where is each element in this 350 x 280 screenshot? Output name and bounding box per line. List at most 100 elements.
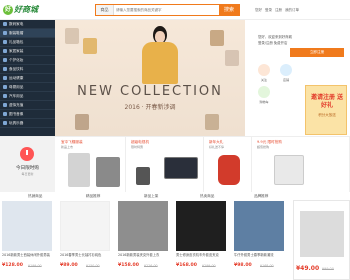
- promo-card-discount[interactable]: 9.9元 限时抢购 超值抢购: [254, 137, 350, 193]
- category-icon: [3, 112, 7, 116]
- product-card[interactable]: 2016新款男士西装休闲外套男装 ¥128.00 ¥199.00: [0, 201, 54, 280]
- product-old-price: ¥150.00: [86, 264, 100, 268]
- product-card[interactable]: 2016新款男装夹克外套上衣 ¥158.00 ¥226.00: [116, 201, 170, 280]
- sidebar-item-label: 运动健康: [9, 75, 24, 80]
- header-bar: 好 好商城 商品 搜索 您好 登录 注册 我的订单: [0, 0, 350, 20]
- product-name: 男士修身皮衣机车外套皮夹克: [176, 253, 219, 257]
- hero-banner[interactable]: NEW COLLECTION 2016 · 开春新涉调: [55, 20, 245, 136]
- hero-title: NEW COLLECTION: [77, 84, 223, 99]
- sidebar-item-label: 个护化妆: [9, 57, 24, 62]
- sidebar-item-books[interactable]: 图书音像: [0, 110, 55, 119]
- sidebar-item-label: 汽车用品: [9, 93, 24, 98]
- product-image: [60, 201, 110, 251]
- decor-item: [65, 28, 79, 44]
- category-icon: [3, 103, 7, 107]
- shop-icon[interactable]: [280, 64, 292, 76]
- promo-card-subtitle: 好礼送不停: [209, 145, 225, 149]
- sidebar-item-home[interactable]: 家居家装: [0, 47, 55, 56]
- heart-icon[interactable]: [258, 64, 270, 76]
- category-icon: [3, 94, 7, 98]
- product-image: [176, 201, 226, 251]
- sidebar-item-label: 家居家装: [9, 48, 24, 53]
- category-icon: [3, 58, 7, 62]
- orders-link[interactable]: 我的订单: [285, 8, 299, 13]
- sidebar-item-label: 食品饮料: [9, 66, 24, 71]
- hero-subtitle: 2016 · 开春新涉调: [124, 104, 176, 111]
- sidebar-item-baby[interactable]: 母婴用品: [0, 83, 55, 92]
- product-image: [2, 201, 52, 251]
- sidebar-item-auto[interactable]: 汽车用品: [0, 92, 55, 101]
- category-icon: [3, 22, 7, 26]
- promo-card-gifts[interactable]: 新年大礼 好礼送不停: [206, 137, 252, 193]
- sidebar-item-label: 虚拟充值: [9, 102, 24, 107]
- recommend-price: ¥49.00: [296, 265, 320, 272]
- model-image: [140, 26, 180, 84]
- flash-sale-sub: 每日更新: [21, 172, 34, 176]
- search-bar: 商品 搜索: [95, 4, 240, 16]
- category-icon: [3, 76, 7, 80]
- tab-bestseller[interactable]: 热卖商品: [200, 192, 214, 200]
- search-button[interactable]: 搜索: [219, 5, 239, 15]
- tv-image: [164, 157, 198, 179]
- cart-icon[interactable]: [258, 86, 270, 98]
- product-price: ¥98.00: [234, 263, 252, 268]
- product-old-price: ¥168.00: [260, 264, 274, 268]
- sidebar-item-sports[interactable]: 运动健康: [0, 74, 55, 83]
- register-button[interactable]: 立即注册: [290, 48, 344, 57]
- sidebar-item-gifts[interactable]: 礼品箱包: [0, 38, 55, 47]
- product-name: 牛仔外套男士春季新款潮流: [234, 253, 274, 257]
- flash-sale-label: 今日限时购: [16, 166, 39, 171]
- promo-strip: 今日限时购 每日更新 宝中飞蝶服装 新品上市 超级电视机 限时特惠 新年大礼 好…: [0, 136, 350, 193]
- user-panel: 您好，欢迎来到好商城 登录/注册 免费开店 立即注册 关注 店铺 购物车 邀请注…: [250, 20, 350, 136]
- sidebar-item-label: 服装鞋帽: [9, 30, 24, 35]
- promo-card-tv[interactable]: 超级电视机 限时特惠: [128, 137, 204, 193]
- sidebar-item-beauty[interactable]: 个护化妆: [0, 56, 55, 65]
- decor-item: [210, 30, 224, 46]
- site-logo[interactable]: 好 好商城: [3, 3, 45, 16]
- tab-featured[interactable]: 精品推荐: [86, 192, 100, 200]
- jacket-image: [68, 153, 90, 187]
- user-links: 您好 登录 注册 我的订单: [255, 4, 347, 16]
- tab-new[interactable]: 新品上架: [144, 192, 158, 200]
- category-icon: [3, 31, 7, 35]
- decor-item: [225, 50, 239, 66]
- tab-brand[interactable]: 品牌推荐: [254, 192, 268, 200]
- today-flash-sale[interactable]: 今日限时购 每日更新: [0, 137, 55, 193]
- sidebar-item-clothing[interactable]: 服装鞋帽: [0, 29, 55, 38]
- recommend-panel[interactable]: ¥49.00 ¥99.00: [293, 200, 350, 280]
- product-card[interactable]: 2016春季男士长袖衬衫纯色 ¥89.00 ¥150.00: [58, 201, 112, 280]
- speaker-image: [136, 167, 150, 185]
- category-icon: [3, 121, 7, 125]
- register-link[interactable]: 注册: [275, 8, 282, 13]
- login-link[interactable]: 登录: [265, 8, 272, 13]
- icon-label: 关注: [260, 78, 267, 82]
- product-old-price: ¥199.00: [28, 264, 42, 268]
- sidebar-item-label: 礼品箱包: [9, 39, 24, 44]
- logo-icon: 好: [3, 4, 13, 15]
- product-card[interactable]: 牛仔外套男士春季新款潮流 ¥98.00 ¥168.00: [232, 201, 286, 280]
- promo-card-apparel[interactable]: 宝中飞蝶服装 新品上市: [58, 137, 126, 193]
- product-price: ¥158.00: [118, 263, 139, 268]
- product-price: ¥168.00: [176, 263, 197, 268]
- backpack-image: [218, 155, 240, 185]
- product-card[interactable]: 男士修身皮衣机车外套皮夹克 ¥168.00 ¥299.00: [174, 201, 228, 280]
- greeting-text: 您好: [255, 7, 262, 12]
- product-old-price: ¥299.00: [202, 264, 216, 268]
- coat-image: [96, 157, 120, 187]
- tab-hot[interactable]: 热销商品: [28, 192, 42, 200]
- sidebar-item-food[interactable]: 食品饮料: [0, 65, 55, 74]
- search-category-select[interactable]: 商品: [96, 5, 114, 15]
- product-price: ¥89.00: [60, 263, 78, 268]
- login-register-link[interactable]: 登录/注册 免费开店: [258, 40, 344, 46]
- decor-item: [83, 38, 97, 54]
- product-name: 2016新款男士西装休闲外套男装: [2, 253, 50, 257]
- recommend-old-price: ¥99.00: [322, 267, 334, 271]
- invite-promo-banner[interactable]: 邀请注册 送好礼 积分大放送: [305, 85, 347, 135]
- category-icon: [3, 40, 7, 44]
- search-input[interactable]: [114, 5, 219, 15]
- category-icon: [3, 67, 7, 71]
- clock-icon: [20, 147, 34, 161]
- sidebar-item-electronics[interactable]: 数码家电: [0, 20, 55, 29]
- sidebar-item-toys[interactable]: 玩具乐器: [0, 119, 55, 128]
- sidebar-item-recharge[interactable]: 虚拟充值: [0, 101, 55, 110]
